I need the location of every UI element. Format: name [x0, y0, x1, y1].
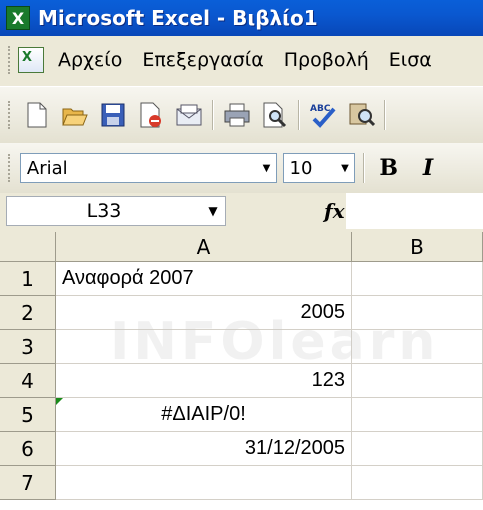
chevron-down-icon[interactable]: ▼: [258, 154, 276, 182]
permission-icon[interactable]: [136, 100, 166, 130]
row-header-1[interactable]: 1: [0, 262, 56, 296]
new-icon[interactable]: [22, 100, 52, 130]
menu-bar: Αρχείο Επεξεργασία Προβολή Εισα: [0, 36, 483, 84]
font-name-value: Arial: [26, 157, 68, 179]
menu-insert[interactable]: Εισα: [389, 49, 432, 71]
row-header-7[interactable]: 7: [0, 466, 56, 500]
format-toolbar-grip[interactable]: [8, 154, 14, 182]
print-icon[interactable]: [222, 100, 252, 130]
window-title: Microsoft Excel - Βιβλίο1: [38, 6, 318, 30]
column-header-a[interactable]: A: [56, 232, 352, 262]
menu-edit[interactable]: Επεξεργασία: [142, 49, 263, 71]
error-indicator-icon[interactable]: [56, 398, 63, 405]
name-box[interactable]: L33 ▼: [6, 196, 226, 226]
cell-b7[interactable]: [352, 466, 483, 500]
title-bar: X Microsoft Excel - Βιβλίο1: [0, 0, 483, 36]
bold-button[interactable]: B: [373, 152, 404, 184]
menu-view[interactable]: Προβολή: [284, 49, 369, 71]
formatting-toolbar: Arial ▼ 10 ▼ B I: [0, 143, 483, 193]
cell-a7[interactable]: [56, 466, 352, 500]
cell-a5[interactable]: #ΔΙΑΙΡ/0!: [56, 398, 352, 432]
name-box-value: L33: [86, 200, 122, 222]
formula-input[interactable]: [346, 193, 483, 229]
cell-a3[interactable]: [56, 330, 352, 364]
font-size-combo[interactable]: 10 ▼: [282, 153, 356, 183]
save-icon[interactable]: [98, 100, 128, 130]
excel-app-icon[interactable]: X: [6, 6, 30, 30]
cell-a1[interactable]: Αναφορά 2007: [56, 262, 352, 296]
toolbar-separator: [363, 153, 365, 183]
svg-text:ABC: ABC: [310, 104, 331, 114]
spelling-icon[interactable]: ABC: [308, 100, 338, 130]
chevron-down-icon[interactable]: ▼: [336, 154, 354, 182]
column-header-b[interactable]: B: [352, 232, 483, 262]
chevron-down-icon[interactable]: ▼: [201, 204, 225, 218]
select-all-corner[interactable]: [0, 232, 56, 262]
row-header-6[interactable]: 6: [0, 432, 56, 466]
toolbar-separator: [384, 100, 386, 130]
open-icon[interactable]: [60, 100, 90, 130]
row-header-2[interactable]: 2: [0, 296, 56, 330]
cell-a2[interactable]: 2005: [56, 296, 352, 330]
email-icon[interactable]: [174, 100, 204, 130]
toolbar-separator: [212, 100, 214, 130]
font-name-combo[interactable]: Arial ▼: [19, 153, 277, 183]
cell-b2[interactable]: [352, 296, 483, 330]
worksheet-grid: A B 1 Αναφορά 2007 2 2005 3 4 123 5 #ΔΙΑ…: [0, 232, 483, 510]
formula-bar: L33 ▼ fx: [0, 193, 483, 229]
cell-a5-value: #ΔΙΑΙΡ/0!: [161, 403, 246, 425]
cell-b3[interactable]: [352, 330, 483, 364]
row-header-5[interactable]: 5: [0, 398, 56, 432]
cell-b4[interactable]: [352, 364, 483, 398]
cell-a4[interactable]: 123: [56, 364, 352, 398]
toolbar-grip[interactable]: [8, 101, 14, 129]
standard-toolbar: ABC: [0, 86, 483, 143]
toolbar-separator: [298, 100, 300, 130]
insert-function-icon[interactable]: fx: [324, 199, 345, 223]
font-size-value: 10: [289, 157, 313, 179]
cell-b1[interactable]: [352, 262, 483, 296]
research-icon[interactable]: [346, 100, 376, 130]
row-header-4[interactable]: 4: [0, 364, 56, 398]
workbook-icon[interactable]: [18, 47, 44, 73]
cell-b5[interactable]: [352, 398, 483, 432]
menu-file[interactable]: Αρχείο: [58, 49, 122, 71]
cell-b6[interactable]: [352, 432, 483, 466]
italic-button[interactable]: I: [412, 152, 443, 184]
row-header-3[interactable]: 3: [0, 330, 56, 364]
menubar-grip[interactable]: [8, 46, 14, 74]
print-preview-icon[interactable]: [260, 100, 290, 130]
underline-button[interactable]: [452, 152, 483, 184]
cell-a6[interactable]: 31/12/2005: [56, 432, 352, 466]
